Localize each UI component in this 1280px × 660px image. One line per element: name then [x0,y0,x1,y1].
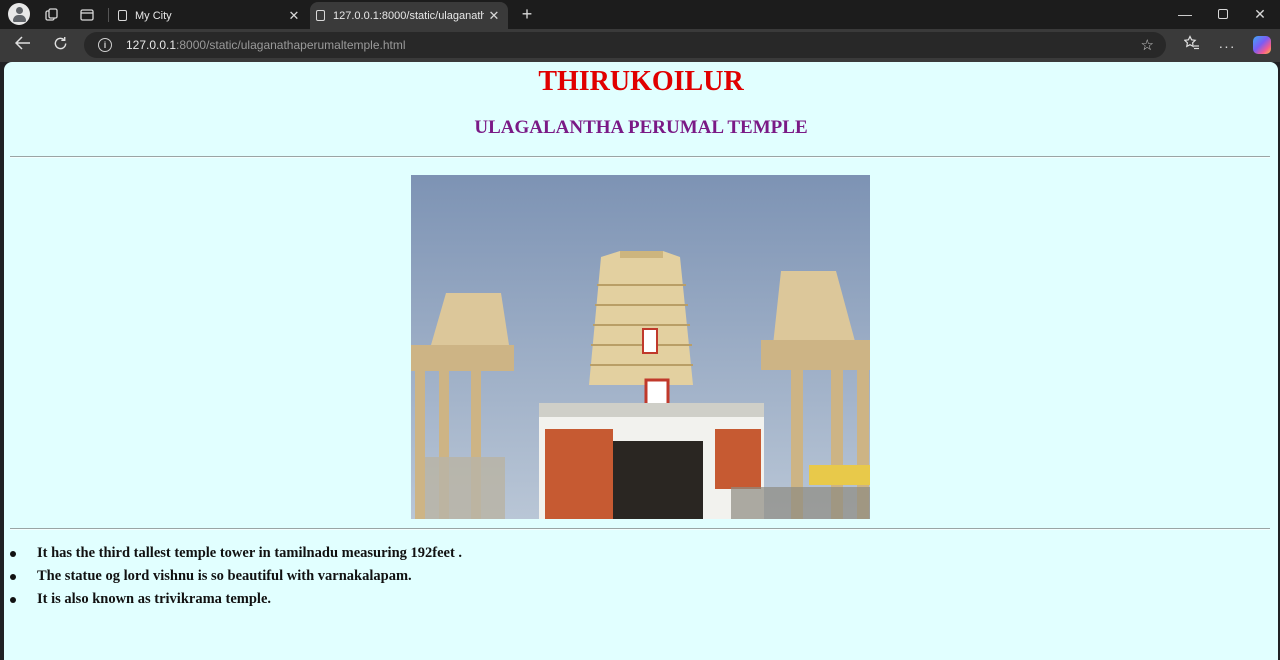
favorite-star-icon[interactable]: ☆ [1141,36,1154,54]
tab-close-icon[interactable]: ✕ [284,8,304,24]
favorites-icon[interactable] [1181,35,1203,57]
more-menu-icon[interactable]: ··· [1216,35,1238,57]
url-host: 127.0.0.1 [126,38,177,52]
page-icon [316,10,325,21]
workspaces-icon[interactable] [42,5,62,25]
list-item: The statue og lord vishnu is so beautifu… [4,565,462,588]
restore-button[interactable] [1208,4,1238,24]
tab-title: My City [135,9,172,22]
page-viewport: THIRUKOILUR ULAGALANTHA PERUMAL TEMPLE I… [4,62,1278,660]
browser-toolbar: i 127.0.0.1:8000/static/ulaganathaperuma… [0,29,1280,62]
url-text[interactable]: 127.0.0.1:8000/static/ulaganathaperumalt… [126,38,1141,52]
tab-my-city[interactable]: My City ✕ [112,2,308,29]
page-icon [118,10,127,21]
temple-photo [411,175,870,519]
address-bar[interactable]: i 127.0.0.1:8000/static/ulaganathaperuma… [84,32,1166,58]
restore-icon [1218,9,1228,19]
list-item-text: It is also known as trivikrama temple. [37,591,272,607]
bullet-icon [10,551,16,557]
list-item: It is also known as trivikrama temple. [4,588,462,611]
back-arrow-icon[interactable] [12,35,34,57]
copilot-icon[interactable] [1253,36,1271,54]
divider [10,528,1270,530]
page-subtitle: ULAGALANTHA PERUMAL TEMPLE [474,117,808,138]
tab-strip: My City ✕ 127.0.0.1:8000/static/ulaganat… [0,0,1280,29]
tab-title: 127.0.0.1:8000/static/ulaganathap [333,9,484,22]
new-tab-icon[interactable]: + [516,3,538,25]
tab-close-icon[interactable]: ✕ [484,8,504,24]
facts-list: It has the third tallest temple tower in… [4,542,462,611]
site-info-icon[interactable]: i [98,38,112,52]
bullet-icon [10,574,16,580]
reload-icon[interactable] [49,35,71,57]
tab-ulaganathaperumal[interactable]: 127.0.0.1:8000/static/ulaganathap ✕ [310,2,508,29]
divider [10,156,1270,158]
minimize-button[interactable]: — [1170,4,1200,24]
close-window-button[interactable]: ✕ [1245,4,1275,24]
profile-avatar-icon[interactable] [8,3,30,25]
list-item: It has the third tallest temple tower in… [4,542,462,565]
url-path: :8000/static/ulaganathaperumaltemple.htm… [176,38,406,52]
list-item-text: It has the third tallest temple tower in… [37,545,463,561]
tab-actions-icon[interactable] [77,5,97,25]
list-item-text: The statue og lord vishnu is so beautifu… [37,568,412,584]
bullet-icon [10,597,16,603]
page-title: THIRUKOILUR [538,66,744,97]
tab-separator [108,8,109,22]
